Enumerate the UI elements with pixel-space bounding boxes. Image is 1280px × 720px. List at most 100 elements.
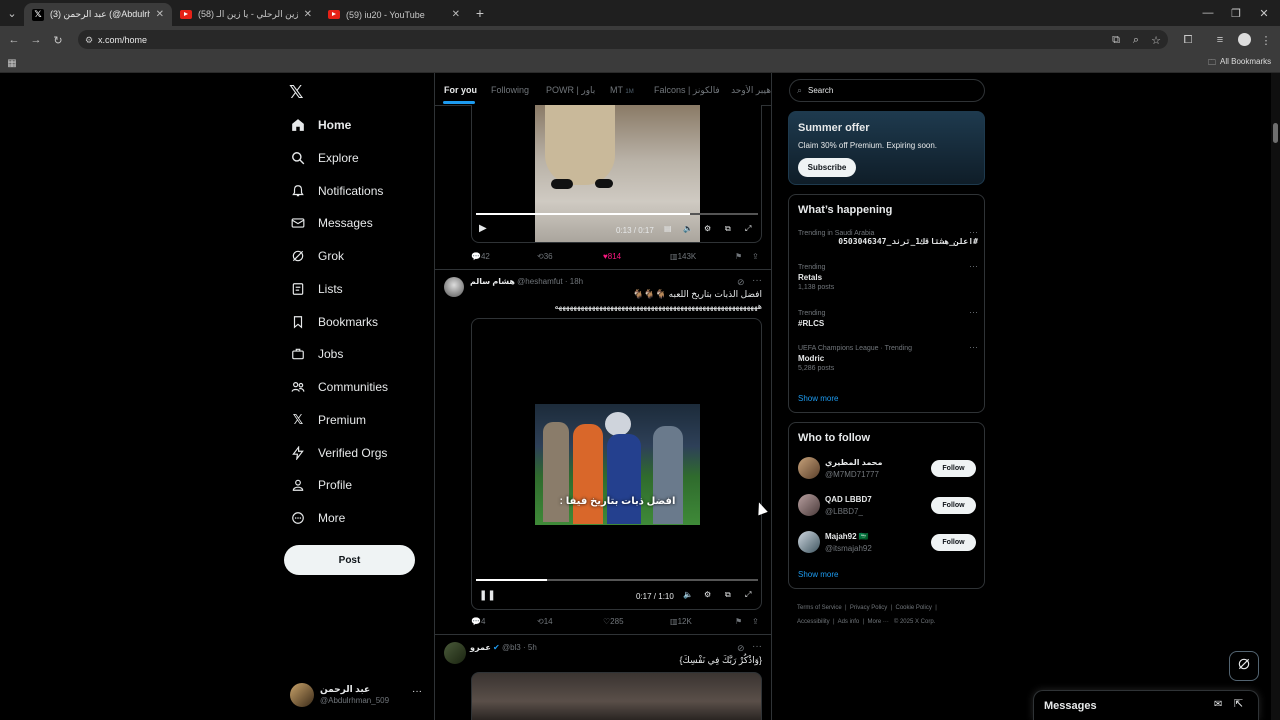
fullscreen-icon[interactable]: ⤢ bbox=[745, 590, 751, 600]
footer-link[interactable]: Cookie Policy bbox=[896, 605, 932, 611]
post1-video[interactable]: ▶ 0:13 / 0:17 ▤ 🔈 ⚙ ⧉ ⤢ bbox=[471, 105, 762, 243]
subscribe-button[interactable]: Subscribe bbox=[798, 158, 856, 177]
new-message-icon[interactable]: ✉ bbox=[1214, 699, 1222, 710]
footer-link[interactable]: More ··· bbox=[868, 619, 889, 625]
messages-drawer[interactable]: Messages ✉ ⇱ bbox=[1033, 690, 1259, 720]
nav-jobs[interactable]: Jobs bbox=[290, 342, 343, 366]
tab-youtube-2[interactable]: (59) iu20 - YouTube ✕ bbox=[320, 3, 468, 26]
all-bookmarks[interactable]: 🗀 All Bookmarks bbox=[1208, 57, 1271, 71]
settings-icon[interactable]: ⚙ bbox=[704, 224, 711, 233]
author-name[interactable]: عمرو bbox=[470, 643, 491, 652]
site-info-icon[interactable]: ⚙ bbox=[81, 32, 97, 48]
close-tab-icon[interactable]: ✕ bbox=[156, 9, 164, 20]
reply-action[interactable]: 💬 42 bbox=[471, 252, 490, 261]
repost-action[interactable]: ⟲ 14 bbox=[537, 617, 553, 626]
pause-icon[interactable]: ❚❚ bbox=[479, 590, 496, 601]
nav-notifications[interactable]: Notifications bbox=[290, 179, 383, 203]
x-logo-icon[interactable]: 𝕏 bbox=[289, 82, 304, 103]
scroll-thumb[interactable] bbox=[1273, 123, 1278, 143]
zoom-icon[interactable]: ⌕ bbox=[1128, 32, 1144, 48]
trend-item[interactable]: Trending Retals 1,138 posts ··· bbox=[798, 261, 978, 300]
repost-action[interactable]: ⟲ 36 bbox=[537, 252, 553, 261]
follow-suggestion[interactable]: QAD LBBD7 @LBBD7_ Follow bbox=[798, 494, 978, 518]
apps-grid-icon[interactable]: ▦ bbox=[4, 55, 20, 71]
new-tab-icon[interactable]: + bbox=[472, 5, 488, 21]
follow-suggestion[interactable]: Majah92 🇸🇦 @itsmajah92 Follow bbox=[798, 531, 978, 555]
avatar[interactable] bbox=[444, 642, 466, 664]
profile-avatar-icon[interactable] bbox=[1238, 33, 1251, 46]
author-name[interactable]: هشام سالم bbox=[470, 277, 515, 286]
close-window-icon[interactable]: ✕ bbox=[1256, 5, 1272, 21]
follow-suggestion[interactable]: محمد المطيري @M7MD71777 Follow bbox=[798, 457, 978, 481]
tab-following[interactable]: Following bbox=[491, 85, 529, 95]
minimize-icon[interactable]: — bbox=[1200, 5, 1216, 21]
pip-icon[interactable]: ⧉ bbox=[725, 590, 731, 600]
fullscreen-icon[interactable]: ⤢ bbox=[745, 224, 751, 234]
footer-link[interactable]: Terms of Service bbox=[797, 605, 842, 611]
back-icon[interactable]: ← bbox=[6, 32, 22, 48]
follow-button[interactable]: Follow bbox=[931, 460, 976, 477]
more-dots-icon[interactable]: ··· bbox=[969, 227, 978, 237]
nav-grok[interactable]: Grok bbox=[290, 244, 344, 268]
post-time[interactable]: 5h bbox=[528, 643, 537, 652]
nav-home[interactable]: Home bbox=[290, 113, 351, 137]
more-dots-icon[interactable]: ··· bbox=[752, 275, 762, 286]
tab-youtube-1[interactable]: (58) عمل زين الرحلي - يا زين الـ ✕ bbox=[172, 3, 320, 26]
like-action[interactable]: ♡ 285 bbox=[603, 617, 624, 626]
volume-icon[interactable]: 🔈 bbox=[683, 590, 693, 599]
page-scrollbar[interactable] bbox=[1271, 73, 1280, 720]
more-dots-icon[interactable]: ··· bbox=[969, 261, 978, 271]
volume-icon[interactable]: 🔈 bbox=[683, 224, 693, 233]
grok-float-button[interactable] bbox=[1229, 651, 1259, 681]
progress-track[interactable] bbox=[476, 579, 758, 581]
footer-link[interactable]: Privacy Policy bbox=[850, 605, 887, 611]
more-dots-icon[interactable]: ··· bbox=[752, 641, 762, 652]
share-action-icon[interactable]: ⇪ bbox=[752, 617, 759, 626]
account-switcher[interactable]: عبد الرحمن @Abdulrhman_509 ··· bbox=[290, 683, 430, 709]
nav-explore[interactable]: Explore bbox=[290, 146, 359, 170]
trend-item[interactable]: UEFA Champions League · Trending Modric … bbox=[798, 342, 978, 381]
close-tab-icon[interactable]: ✕ bbox=[452, 9, 460, 20]
more-dots-icon[interactable]: ··· bbox=[969, 307, 978, 317]
close-tab-icon[interactable]: ✕ bbox=[304, 9, 312, 20]
reply-action[interactable]: 💬 4 bbox=[471, 617, 485, 626]
author-handle[interactable]: @heshamfut bbox=[517, 277, 562, 286]
nav-verified-orgs[interactable]: Verified Orgs bbox=[290, 441, 387, 465]
follow-button[interactable]: Follow bbox=[931, 497, 976, 514]
maximize-icon[interactable]: ❐ bbox=[1228, 5, 1244, 21]
more-dots-icon[interactable]: ··· bbox=[412, 686, 422, 697]
grok-icon[interactable]: ⊘ bbox=[737, 277, 745, 288]
extensions-icon[interactable]: ⧠ bbox=[1180, 32, 1196, 48]
post3-media[interactable] bbox=[471, 672, 762, 720]
nav-bookmarks[interactable]: Bookmarks bbox=[290, 310, 378, 334]
bookmark-action-icon[interactable]: ⚑ bbox=[735, 617, 742, 626]
tab-extra[interactable]: هيبر الأوحد bbox=[731, 85, 771, 96]
follow-button[interactable]: Follow bbox=[931, 534, 976, 551]
settings-icon[interactable]: ⚙ bbox=[704, 590, 711, 599]
grok-icon[interactable]: ⊘ bbox=[737, 643, 745, 654]
post-time[interactable]: 18h bbox=[570, 277, 583, 286]
captions-icon[interactable]: ▤ bbox=[664, 224, 672, 233]
nav-communities[interactable]: Communities bbox=[290, 375, 388, 399]
pip-icon[interactable]: ⧉ bbox=[725, 224, 731, 234]
search-input[interactable]: ⌕ Search bbox=[789, 79, 985, 102]
more-dots-icon[interactable]: ··· bbox=[969, 342, 978, 352]
footer-link[interactable]: Accessibility bbox=[797, 619, 830, 625]
trend-item[interactable]: Trending in Saudi Arabia #اعلن_هشتاقك1_ت… bbox=[798, 227, 978, 260]
tab-search-icon[interactable]: ⌄ bbox=[4, 5, 20, 21]
nav-messages[interactable]: Messages bbox=[290, 211, 373, 235]
install-icon[interactable]: ⧉ bbox=[1108, 32, 1124, 48]
bookmark-action-icon[interactable]: ⚑ bbox=[735, 252, 742, 261]
progress-track[interactable] bbox=[476, 213, 758, 215]
expand-icon[interactable]: ⇱ bbox=[1234, 697, 1243, 710]
like-action[interactable]: ♥ 814 bbox=[603, 252, 621, 261]
forward-icon[interactable]: → bbox=[28, 32, 44, 48]
nav-profile[interactable]: Profile bbox=[290, 473, 352, 497]
trend-item[interactable]: Trending #RLCS ··· bbox=[798, 307, 978, 334]
bookmark-star-icon[interactable]: ☆ bbox=[1148, 32, 1164, 48]
share-action-icon[interactable]: ⇪ bbox=[752, 252, 759, 261]
address-bar[interactable]: ⚙ x.com/home bbox=[78, 30, 1168, 49]
author-handle[interactable]: @bl3 bbox=[502, 643, 521, 652]
tab-falcons[interactable]: Falcons | فالكونز bbox=[654, 85, 720, 96]
show-more-link[interactable]: Show more bbox=[798, 570, 838, 579]
